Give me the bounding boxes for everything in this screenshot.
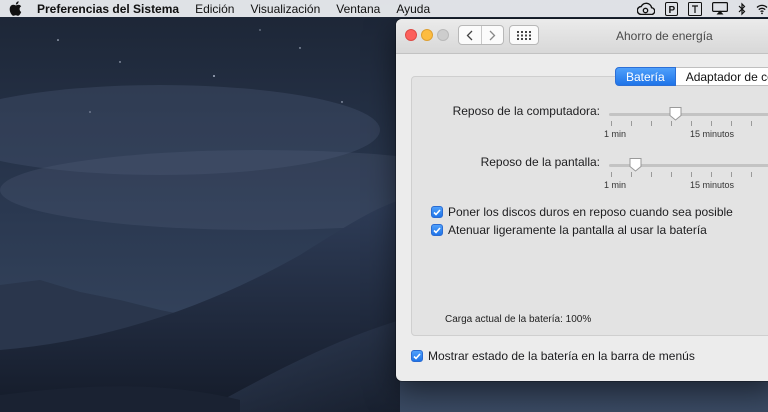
menu-bar-battery-row[interactable]: Mostrar estado de la batería en la barra… xyxy=(411,349,695,363)
close-button[interactable] xyxy=(405,29,417,41)
display-sleep-slider-thumb[interactable] xyxy=(629,157,642,172)
menu-bar: Preferencias del Sistema Edición Visuali… xyxy=(0,0,768,17)
computer-sleep-slider-thumb[interactable] xyxy=(669,106,682,121)
window-title: Ahorro de energía xyxy=(616,29,713,43)
apple-menu-icon[interactable] xyxy=(9,1,23,16)
menu-ayuda[interactable]: Ayuda xyxy=(396,2,430,16)
computer-sleep-track[interactable] xyxy=(609,113,768,116)
dim-display-checkbox[interactable] xyxy=(431,224,443,236)
navigation-buttons xyxy=(458,25,504,45)
dim-display-row[interactable]: Atenuar ligeramente la pantalla al usar … xyxy=(431,223,707,237)
title-bar: Ahorro de energía xyxy=(396,19,768,54)
menu-app-name[interactable]: Preferencias del Sistema xyxy=(37,2,179,16)
tab-adaptador[interactable]: Adaptador de corr xyxy=(675,67,768,86)
airplay-icon[interactable] xyxy=(712,0,728,17)
tab-bateria[interactable]: Batería xyxy=(615,67,676,86)
computer-sleep-mid-label: 15 minutos xyxy=(690,129,735,139)
menu-ventana[interactable]: Ventana xyxy=(336,2,380,16)
display-sleep-ticks xyxy=(609,172,768,178)
menu-bar-battery-checkbox[interactable] xyxy=(411,350,423,362)
status-area: P xyxy=(637,0,768,17)
forward-button[interactable] xyxy=(480,26,504,44)
bluetooth-icon[interactable] xyxy=(738,0,746,17)
disks-sleep-label: Poner los discos duros en reposo cuando … xyxy=(448,205,733,219)
checkmark-icon xyxy=(433,226,441,234)
checkmark-icon xyxy=(433,208,441,216)
wifi-icon[interactable] xyxy=(756,0,768,17)
computer-sleep-ticks xyxy=(609,121,768,127)
parking-icon[interactable]: P xyxy=(665,0,678,17)
menu-edicion[interactable]: Edición xyxy=(195,2,234,16)
chevron-right-icon xyxy=(489,30,496,40)
computer-sleep-label: Reposo de la computadora: xyxy=(452,104,600,118)
grid-icon xyxy=(517,30,531,40)
disks-sleep-row[interactable]: Poner los discos duros en reposo cuando … xyxy=(431,205,733,219)
energy-saver-window: Ahorro de energía Batería Adaptador de c… xyxy=(396,19,768,381)
show-all-button[interactable] xyxy=(509,25,539,45)
display-sleep-label: Reposo de la pantalla: xyxy=(480,155,600,169)
battery-panel: Reposo de la computadora: 1 min 15 minut… xyxy=(411,76,768,336)
display-sleep-mid-label: 15 minutos xyxy=(690,180,735,190)
dim-display-label: Atenuar ligeramente la pantalla al usar … xyxy=(448,223,707,237)
menu-visualizacion[interactable]: Visualización xyxy=(250,2,320,16)
checkmark-icon xyxy=(413,352,421,360)
minimize-button[interactable] xyxy=(421,29,433,41)
display-sleep-min-label: 1 min xyxy=(604,180,627,190)
creative-cloud-icon[interactable] xyxy=(637,0,655,17)
computer-sleep-min-label: 1 min xyxy=(604,129,627,139)
svg-text:P: P xyxy=(669,5,676,16)
disks-sleep-checkbox[interactable] xyxy=(431,206,443,218)
back-button[interactable] xyxy=(459,26,481,44)
zoom-button[interactable] xyxy=(437,29,449,41)
battery-charge-text: Carga actual de la batería: 100% xyxy=(445,314,592,325)
tab-bar: Batería Adaptador de corr xyxy=(615,67,768,86)
chevron-left-icon xyxy=(466,30,473,40)
menu-bar-battery-label: Mostrar estado de la batería en la barra… xyxy=(428,349,695,363)
tv-icon[interactable] xyxy=(688,0,702,17)
